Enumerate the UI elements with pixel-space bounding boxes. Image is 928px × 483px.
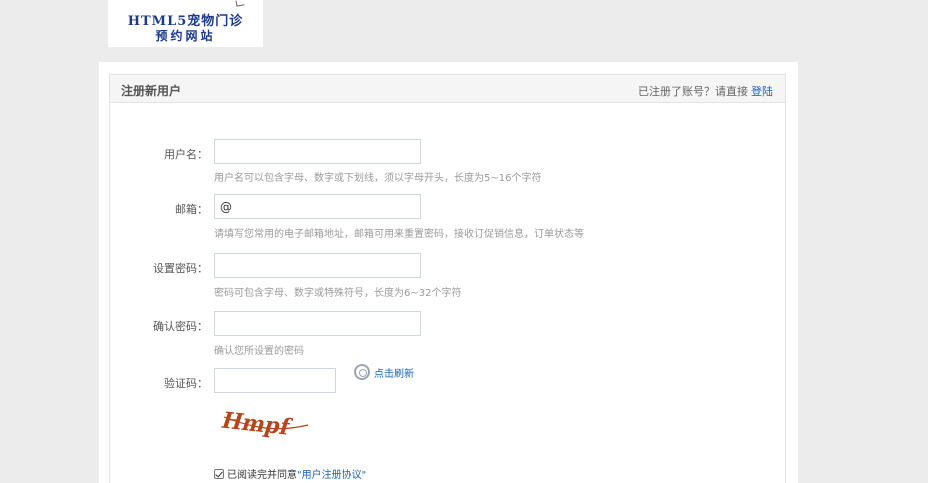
password-input[interactable] [214, 253, 421, 278]
agreement-checkbox[interactable] [214, 469, 224, 479]
logo-subtitle: 预约网站 [155, 29, 216, 43]
login-hint: 已注册了账号？请直接 登陆 [638, 83, 773, 99]
agreement-row: 已阅读完并同意"用户注册协议" [214, 466, 366, 481]
panel-header: 注册新用户 已注册了账号？请直接 登陆 [110, 75, 785, 103]
captcha-text: Hmpf [220, 408, 295, 441]
confirm-password-input[interactable] [214, 311, 421, 336]
refresh-captcha-text: 点击刷新 [374, 369, 414, 380]
confirm-password-hint: 确认您所设置的密码 [214, 346, 304, 357]
email-input[interactable] [214, 194, 421, 219]
login-link[interactable]: 登陆 [751, 85, 773, 98]
captcha-label: 验证码： [164, 377, 208, 390]
password-label: 设置密码： [153, 262, 208, 275]
panel-title: 注册新用户 [121, 84, 182, 98]
captcha-image[interactable]: Hmpf [220, 403, 310, 443]
email-hint: 请填写您常用的电子邮箱地址，邮箱可用来重置密码，接收订促销信息，订单状态等 [214, 229, 584, 240]
username-hint: 用户名可以包含字母、数字或下划线，须以字母开头，长度为5~16个字符 [214, 173, 542, 184]
password-hint: 密码可包含字母、数字或特殊符号，长度为6~32个字符 [214, 288, 462, 299]
login-hint-text: 已注册了账号？请直接 [638, 85, 748, 98]
agreement-text: 已阅读完并同意 [227, 470, 297, 481]
register-panel: 注册新用户 已注册了账号？请直接 登陆 用户名： 用户名可以包含字母、数字或下划线… [109, 74, 786, 483]
email-label: 邮箱： [175, 203, 208, 216]
confirm-password-label: 确认密码： [153, 320, 208, 333]
username-input[interactable] [214, 139, 421, 164]
site-logo[interactable]: HTML5宠物门诊 预约网站 [108, 0, 263, 47]
refresh-icon [354, 364, 370, 380]
logo-mark-icon [235, 0, 245, 7]
username-label: 用户名： [164, 148, 208, 161]
page-container: 注册新用户 已注册了账号？请直接 登陆 用户名： 用户名可以包含字母、数字或下划线… [99, 62, 798, 483]
captcha-input[interactable] [214, 368, 336, 393]
agreement-link[interactable]: "用户注册协议" [297, 470, 366, 481]
